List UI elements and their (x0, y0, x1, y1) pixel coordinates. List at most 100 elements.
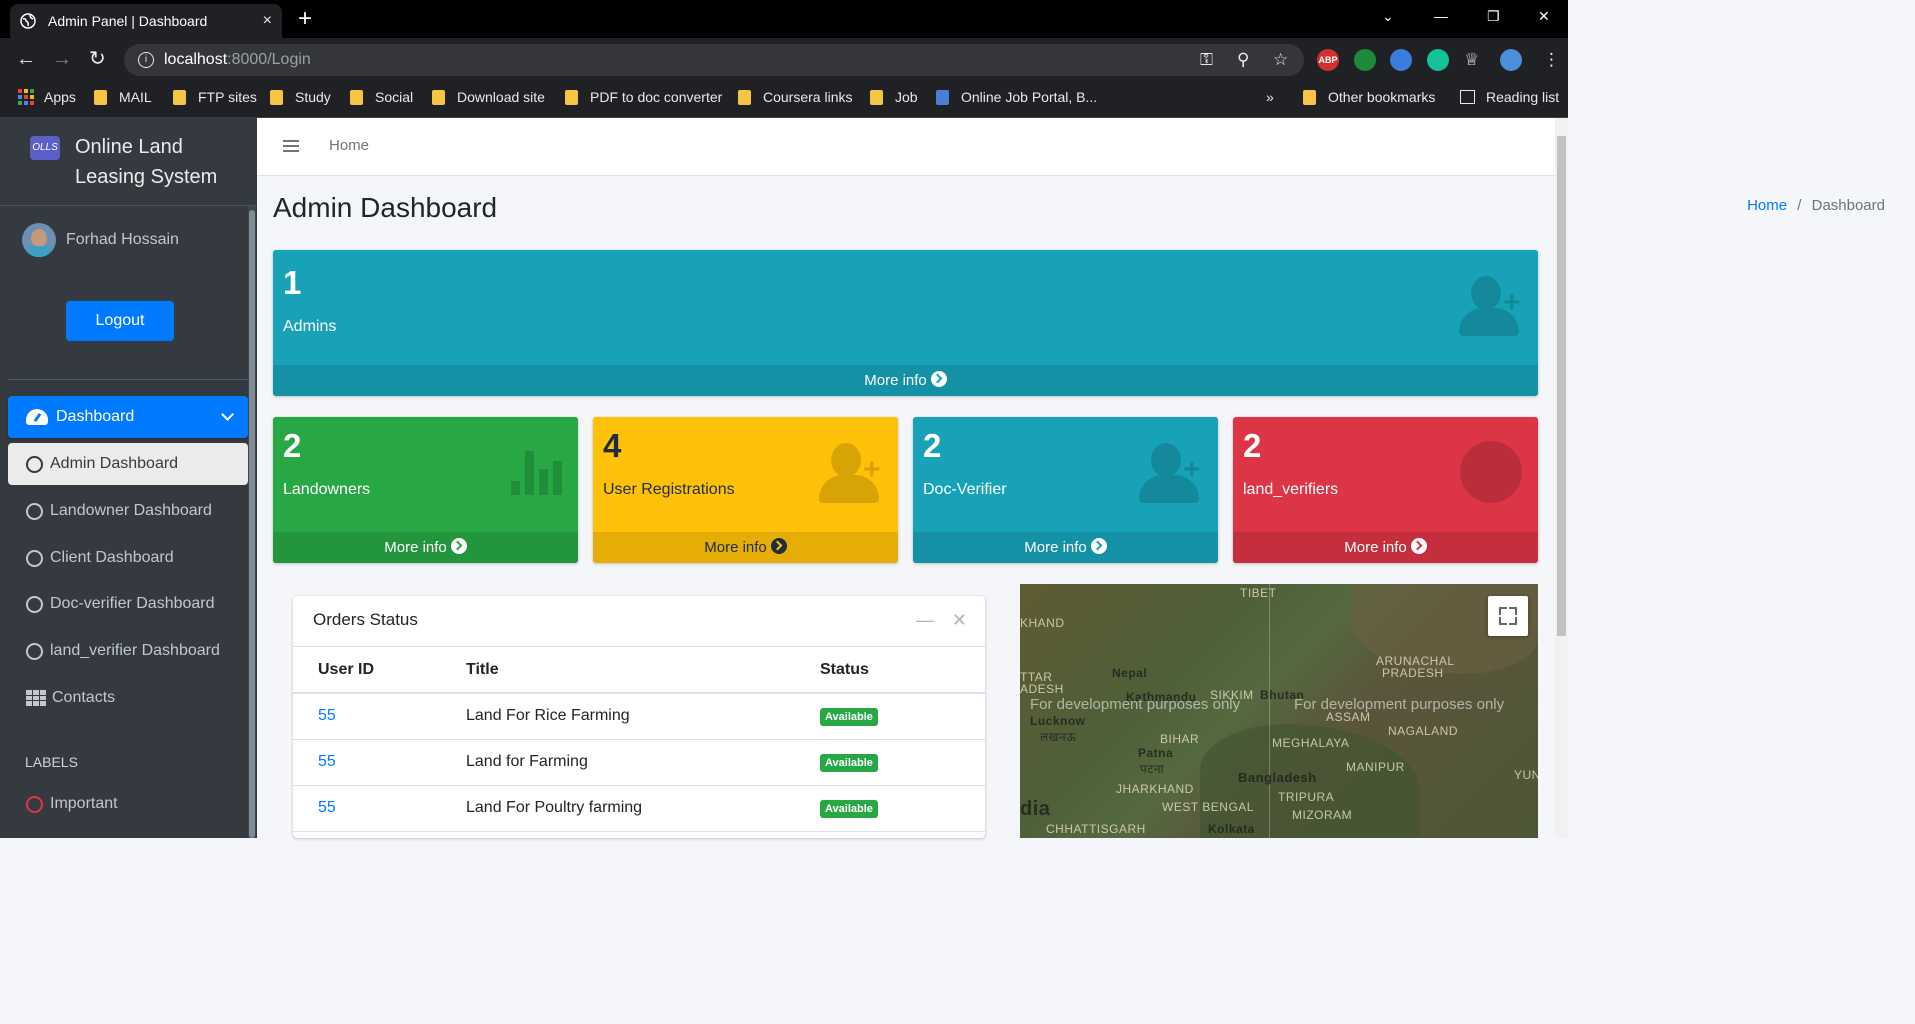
brand-line-1: Online Land (75, 136, 183, 158)
map-label: NAGALAND (1388, 724, 1459, 738)
nav-landowner-dashboard[interactable]: Landowner Dashboard (8, 490, 248, 532)
map-label: MIZORAM (1292, 808, 1353, 822)
status-cell: Available (795, 693, 985, 740)
nav-dashboard-label: Dashboard (56, 408, 135, 425)
key-icon[interactable]: ⚿ (1200, 50, 1213, 70)
bookmark-label: FTP sites (198, 89, 257, 105)
extensions-puzzle-icon[interactable]: ♕ (1464, 50, 1479, 70)
user-plus-icon: + (1459, 276, 1529, 336)
nav-contacts[interactable]: Contacts (8, 677, 248, 719)
user-name[interactable]: Forhad Hossain (66, 231, 179, 249)
map-label: CHHATTISGARH (1046, 822, 1146, 836)
folder-icon (738, 89, 751, 105)
bookmark-other[interactable]: Other bookmarks (1303, 87, 1435, 107)
box-count: 2 (283, 427, 302, 464)
address-bar[interactable]: i localhost:8000/Login (124, 44, 1304, 76)
bookmark-study[interactable]: Study (270, 87, 331, 107)
bookmark-apps[interactable]: Apps (18, 87, 76, 107)
map-widget[interactable]: TIBET KHAND Nepal Kathmandu SIKKIM Bhuta… (1020, 584, 1538, 838)
circle-icon (26, 642, 43, 660)
pie-chart-icon (1460, 441, 1522, 503)
window-close-icon[interactable]: ✕ (1538, 8, 1550, 25)
shield-ext-icon[interactable] (1354, 49, 1376, 71)
chrome-menu-icon[interactable]: ⋮ (1543, 50, 1560, 70)
topnav-home-link[interactable]: Home (329, 137, 369, 154)
folder-icon (173, 89, 186, 105)
bookmark-star-icon[interactable]: ☆ (1273, 50, 1288, 70)
brand-link[interactable]: OLLS Online Land Leasing System (0, 118, 257, 206)
map-label: पटना (1140, 762, 1165, 776)
site-info-icon[interactable]: i (138, 52, 154, 68)
close-icon[interactable]: ✕ (952, 610, 967, 630)
folder-icon (350, 89, 363, 105)
box-count: 2 (1243, 427, 1262, 464)
box-label: land_verifiers (1243, 481, 1339, 498)
bookmark-job[interactable]: Job (870, 87, 918, 107)
arrow-circle-right-icon (450, 538, 467, 554)
more-info-link[interactable]: More info (1233, 532, 1538, 563)
logout-button[interactable]: Logout (66, 301, 174, 341)
nav-client-dashboard[interactable]: Client Dashboard (8, 537, 248, 579)
nav-dashboard[interactable]: Dashboard (8, 396, 248, 438)
user-panel: Forhad Hossain (0, 206, 248, 380)
profile-avatar-icon[interactable] (1500, 49, 1522, 71)
top-navbar: Home (257, 118, 1555, 176)
forward-icon[interactable]: → (52, 49, 72, 69)
nav-land-verifier-dashboard[interactable]: land_verifier Dashboard (8, 630, 248, 672)
bookmark-coursera[interactable]: Coursera links (738, 87, 852, 107)
map-label: YUN (1514, 768, 1538, 782)
user-id-link[interactable]: 55 (293, 693, 441, 740)
tab-search-icon[interactable]: ⌄ (1382, 8, 1394, 25)
nav-important[interactable]: Important (8, 783, 248, 825)
back-icon[interactable]: ← (16, 49, 36, 69)
nav-doc-verifier-dashboard[interactable]: Doc-verifier Dashboard (8, 583, 248, 625)
page-scrollbar[interactable] (1555, 118, 1568, 838)
bookmark-label: MAIL (119, 89, 152, 105)
user-id-link[interactable]: 55 (293, 739, 441, 786)
bookmark-pdf[interactable]: PDF to doc converter (565, 87, 722, 107)
small-box-admins: 1 Admins + More info (273, 250, 1538, 396)
new-tab-button[interactable]: + (298, 6, 312, 32)
more-info-label: More info (1024, 539, 1087, 556)
minimize-icon[interactable]: — (1434, 8, 1448, 24)
reading-list[interactable]: Reading list (1460, 87, 1559, 107)
user-id-link[interactable]: 55 (293, 785, 441, 832)
user-plus-icon: + (1139, 443, 1209, 503)
bookmark-job-portal[interactable]: Online Job Portal, B... (936, 87, 1097, 107)
reload-icon[interactable]: ↻ (89, 49, 106, 69)
map-label: MEGHALAYA (1272, 736, 1350, 750)
box-label: User Registrations (603, 481, 735, 498)
tab-close-icon[interactable]: × (263, 12, 272, 30)
more-info-link[interactable]: More info (273, 365, 1538, 396)
adblock-icon[interactable]: ABP (1317, 49, 1339, 71)
sidebar-scrollbar[interactable] (248, 206, 256, 838)
folder-icon (270, 89, 283, 105)
bookmark-ftp[interactable]: FTP sites (173, 87, 257, 107)
hamburger-icon[interactable] (283, 140, 299, 152)
grammarly-icon[interactable] (1427, 49, 1449, 71)
page-title: Admin Dashboard (273, 192, 498, 223)
bookmark-mail[interactable]: MAIL (94, 87, 152, 107)
table-row: 55 Land for Farming Available (293, 739, 985, 786)
bookmark-social[interactable]: Social (350, 87, 413, 107)
breadcrumb-home[interactable]: Home (1747, 197, 1787, 214)
collapse-icon[interactable]: — (916, 610, 934, 630)
status-cell: Available (795, 785, 985, 832)
more-info-link[interactable]: More info (273, 532, 578, 563)
url-host: localhost (164, 51, 228, 68)
more-info-link[interactable]: More info (913, 532, 1218, 563)
map-label: WEST BENGAL (1162, 800, 1254, 814)
eye-ext-icon[interactable] (1390, 49, 1412, 71)
nav-item-label: Landowner Dashboard (50, 502, 212, 519)
nav-admin-dashboard[interactable]: Admin Dashboard (8, 443, 248, 485)
bookmark-download[interactable]: Download site (432, 87, 545, 107)
bookmark-label: Online Job Portal, B... (961, 89, 1098, 105)
more-info-link[interactable]: More info (593, 532, 898, 563)
fullscreen-icon[interactable] (1488, 596, 1528, 636)
restore-icon[interactable]: ❐ (1487, 8, 1500, 25)
zoom-icon[interactable]: ⚲ (1237, 50, 1249, 70)
map-label: Lucknow (1030, 714, 1086, 728)
brand-logo: OLLS (30, 136, 60, 160)
browser-tab[interactable]: Admin Panel | Dashboard × (10, 4, 282, 38)
bookmarks-overflow[interactable]: » (1266, 87, 1274, 107)
